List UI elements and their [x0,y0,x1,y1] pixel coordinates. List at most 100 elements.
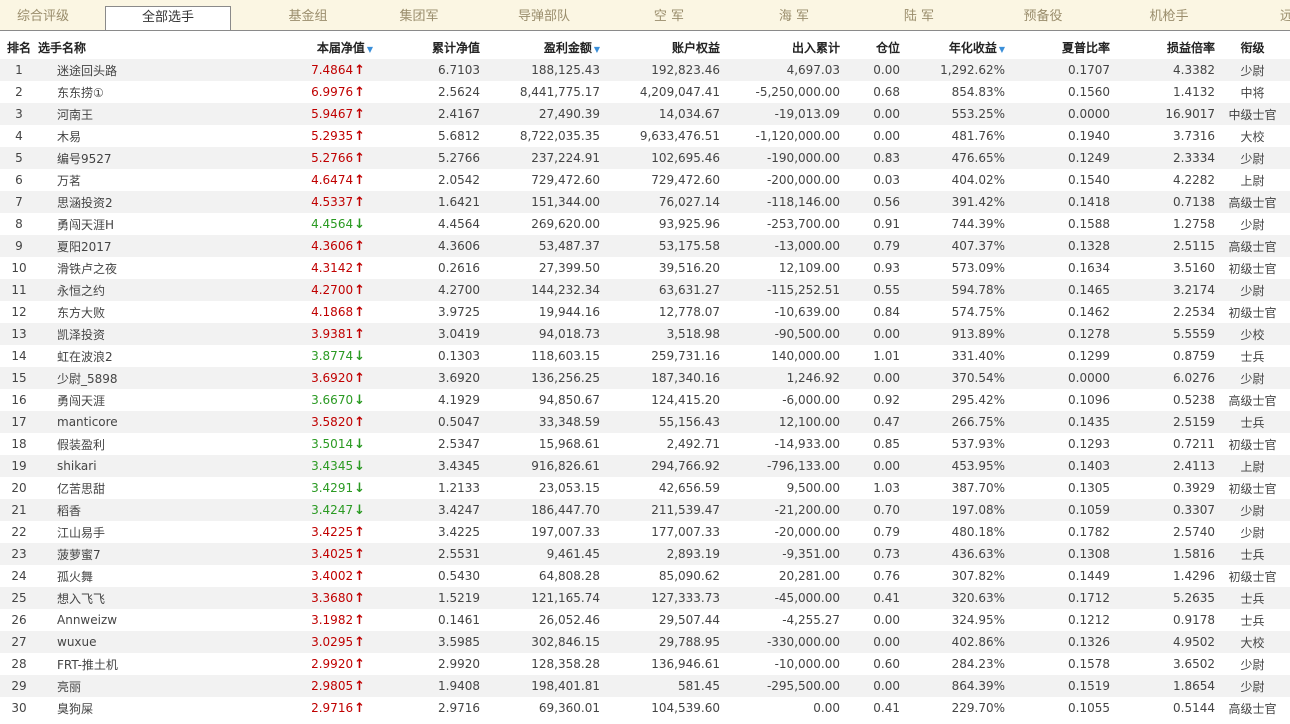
table-row[interactable]: 24 孤火舞 3.4002↑ 0.5430 64,808.28 85,090.62 20,2… [0,565,1290,587]
table-row[interactable]: 13 凯泽投资 3.9381↑ 3.0419 94,018.73 3,518.98 -90,… [0,323,1290,345]
cell-net-deposit: -10,639.00 [774,305,840,319]
cell-player-name[interactable]: 东东捞① [38,81,188,103]
cell-player-name[interactable]: 虹在波浪2 [38,345,188,367]
cell-player-name[interactable]: 迷途回头路 [38,59,188,81]
column-header-current-nav[interactable]: 本届净值 ▼ [188,35,373,59]
table-row[interactable]: 11 永恒之约 4.2700↑ 4.2700 144,232.34 63,631.27 -1… [0,279,1290,301]
table-row[interactable]: 12 东方大败 4.1868↑ 3.9725 19,944.16 12,778.07 -10… [0,301,1290,323]
cell-cumulative-nav: 1.6421 [373,191,480,213]
cell-player-name[interactable]: 勇闯天涯 [38,389,188,411]
cell-sharpe-ratio: 0.1634 [1068,261,1110,275]
tab-army[interactable]: 陆 军 [860,6,978,30]
cell-player-name[interactable]: 孤火舞 [38,565,188,587]
table-row[interactable]: 29 亮丽 2.9805↑ 1.9408 198,401.81 581.45 -295,50… [0,675,1290,697]
table-row[interactable]: 30 臭狗屎 2.9716↑ 2.9716 69,360.01 104,539.60 0.0… [0,697,1290,719]
table-row[interactable]: 1 迷途回头路 7.4864↑ 6.7103 188,125.43 192,823.46 4… [0,59,1290,81]
table-row[interactable]: 22 江山易手 3.4225↑ 3.4225 197,007.33 177,007.33-… [0,521,1290,543]
sort-desc-icon[interactable]: ▼ [594,45,600,54]
cell-player-name[interactable]: 编号9527 [38,147,188,169]
cell-player-name[interactable]: 永恒之约 [38,279,188,301]
cell-current-nav: 5.2766↑ [188,147,373,169]
cell-player-name[interactable]: 河南王 [38,103,188,125]
cell-player-name[interactable]: 东方大败 [38,301,188,323]
cell-player-name[interactable]: 凯泽投资 [38,323,188,345]
cell-player-name[interactable]: 想入飞飞 [38,587,188,609]
tab-reserve[interactable]: 预备役 [985,6,1101,30]
table-row[interactable]: 15 少尉_5898 3.6920↑ 3.6920 136,256.25 187,340.… [0,367,1290,389]
nav-value: 3.4025 [311,546,354,561]
nav-value: 3.6670 [311,392,354,407]
cell-player-name[interactable]: 木易 [38,125,188,147]
cell-net-deposit: -14,933.00 [774,437,840,451]
tab-composite-rating[interactable]: 综合评级 [0,6,86,30]
column-header-rank-grade: 衔级 [1215,35,1290,59]
table-row[interactable]: 6 万茗 4.6474↑ 2.0542 729,472.60 729,472.60 -200… [0,169,1290,191]
table-row[interactable]: 25 想入飞飞 3.3680↑ 1.5219 121,165.74 127,333.73-… [0,587,1290,609]
tab-group-army[interactable]: 集团军 [369,6,469,30]
cell-rank-grade: 少尉 [1240,525,1265,540]
cell-player-name[interactable]: 万茗 [38,169,188,191]
tab-air-force[interactable]: 空 军 [614,6,724,30]
cell-rank-grade: 少尉 [1215,675,1290,697]
table-row[interactable]: 23 菠萝蜜7 3.4025↑ 2.5531 9,461.45 2,893.19 -9,35… [0,543,1290,565]
cell-sharpe-ratio: 0.1435 [1005,411,1110,433]
cell-player-name[interactable]: 江山易手 [38,521,188,543]
table-row[interactable]: 16 勇闯天涯 3.6670↓ 4.1929 94,850.67 124,415.20 -6… [0,389,1290,411]
cell-player-name[interactable]: 亮丽 [38,675,188,697]
cell-player-name[interactable]: wuxue [38,631,188,653]
column-header-annual-return[interactable]: 年化收益 ▼ [900,35,1005,59]
tab-machine-gunner[interactable]: 机枪手 [1110,6,1228,30]
cell-player-name[interactable]: 勇闯天涯H [38,213,188,235]
cell-rank-grade: 士兵 [1240,349,1265,364]
cell-sharpe-ratio: 0.1305 [1068,481,1110,495]
table-row[interactable]: 26 Annweizw 3.1982↑ 0.1461 26,052.46 29,507.4… [0,609,1290,631]
table-row[interactable]: 18 假装盈利 3.5014↓ 2.5347 15,968.61 2,492.71 -14,… [0,433,1290,455]
sort-desc-icon[interactable]: ▼ [999,45,1005,54]
table-row[interactable]: 3 河南王 5.9467↑ 2.4167 27,490.39 14,034.67 -19,0… [0,103,1290,125]
table-row[interactable]: 28 FRT-推土机 2.9920↑ 2.9920 128,358.28 136,946.… [0,653,1290,675]
cell-player-name[interactable]: 少尉_5898 [38,367,188,389]
cell-player-name[interactable]: 菠萝蜜7 [38,543,188,565]
cell-profit-amount: 9,461.45 [480,543,600,565]
cell-player-name[interactable]: 亿苦思甜 [38,477,188,499]
tab-fund-group[interactable]: 基金组 [255,6,361,30]
table-row[interactable]: 5 编号9527 5.2766↑ 5.2766 237,224.91 102,695.46… [0,147,1290,169]
cell-annual-return: 553.25% [900,103,1005,125]
table-row[interactable]: 21 稻香 3.4247↓ 3.4247 186,447.70 211,539.47 -21… [0,499,1290,521]
cell-player-name[interactable]: shikari [38,455,188,477]
table-row[interactable]: 10 滑铁卢之夜 4.3142↑ 0.2616 27,399.50 39,516.20 12… [0,257,1290,279]
table-row[interactable]: 2 东东捞① 6.9976↑ 2.5624 8,441,775.17 4,209,047.… [0,81,1290,103]
table-row[interactable]: 7 思涵投资2 4.5337↑ 1.6421 151,344.00 76,027.14 -1… [0,191,1290,213]
table-row[interactable]: 14 虹在波浪2 3.8774↓ 0.1303 118,603.15 259,731.16… [0,345,1290,367]
cell-sharpe-ratio: 0.1299 [1068,349,1110,363]
cell-player-name[interactable]: FRT-推土机 [38,653,188,675]
cell-position: 0.79 [840,235,900,257]
cell-player-name[interactable]: 假装盈利 [38,433,188,455]
tab-expedition[interactable]: 远征 [1253,6,1290,30]
cell-player-name[interactable]: 臭狗屎 [38,697,188,719]
table-row[interactable]: 4 木易 5.2935↑ 5.6812 8,722,035.35 9,633,476.51… [0,125,1290,147]
cell-cumulative-nav: 4.3606 [373,235,480,257]
cell-position: 0.00 [840,631,900,653]
table-row[interactable]: 8 勇闯天涯H 4.4564↓ 4.4564 269,620.00 93,925.96 -2… [0,213,1290,235]
cell-player-name[interactable]: 夏阳2017 [38,235,188,257]
table-row[interactable]: 20 亿苦思甜 3.4291↓ 1.2133 23,053.15 42,656.59 9,5… [0,477,1290,499]
table-row[interactable]: 17 manticore 3.5820↑ 0.5047 33,348.59 55,156.… [0,411,1290,433]
cell-player-name[interactable]: 稻香 [38,499,188,521]
cell-player-name[interactable]: 滑铁卢之夜 [38,257,188,279]
cell-sharpe-ratio: 0.1249 [1005,147,1110,169]
table-row[interactable]: 27 wuxue 3.0295↑ 3.5985 302,846.15 29,788.95-… [0,631,1290,653]
cell-pl-ratio: 0.5238 [1173,393,1215,407]
tab-all-players[interactable]: 全部选手 [105,6,231,30]
cell-player-name[interactable]: manticore [38,411,188,433]
column-header-profit-amount[interactable]: 盈利金额 ▼ [480,35,600,59]
tab-missile-troops[interactable]: 导弹部队 [487,6,601,30]
table-row[interactable]: 9 夏阳2017 4.3606↑ 4.3606 53,487.37 53,175.58 -1… [0,235,1290,257]
cell-cumulative-nav: 2.5531 [373,543,480,565]
arrow-up-icon: ↑ [354,128,365,144]
sort-desc-icon[interactable]: ▼ [367,45,373,54]
table-row[interactable]: 19 shikari 3.4345↓ 3.4345 916,826.61 294,766.… [0,455,1290,477]
cell-player-name[interactable]: Annweizw [38,609,188,631]
cell-player-name[interactable]: 思涵投资2 [38,191,188,213]
tab-navy[interactable]: 海 军 [738,6,850,30]
